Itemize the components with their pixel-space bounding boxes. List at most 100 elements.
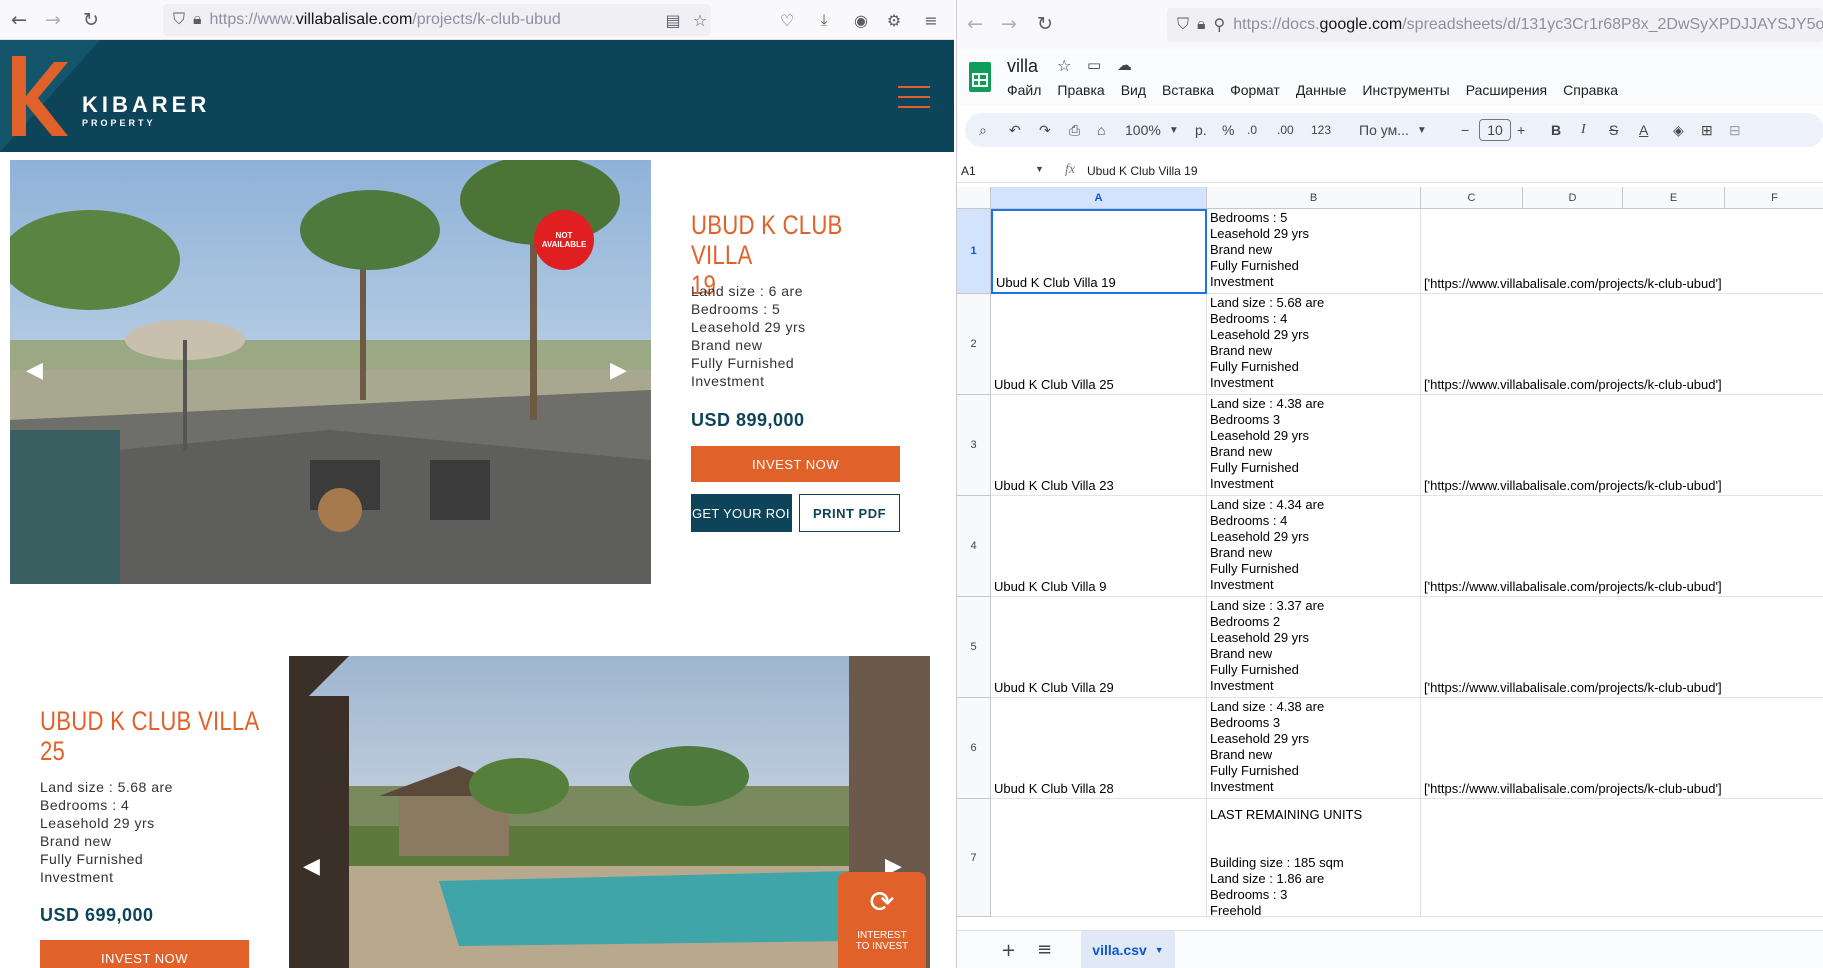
font-select[interactable]: По ум... ▼ [1359, 113, 1427, 147]
left-url-bar[interactable]: ⛉ 🔒︎ https://www. villabalisale.com/proje… [163, 4, 711, 36]
account-icon[interactable]: ◉ [849, 8, 873, 32]
cell-a5[interactable]: Ubud K Club Villa 29 [991, 597, 1207, 698]
row-header[interactable]: 3 [957, 395, 991, 496]
undo-icon[interactable]: ↶ [1009, 113, 1021, 147]
menu-file[interactable]: Файл [1007, 82, 1041, 98]
back-icon[interactable]: ← [961, 10, 989, 38]
cell-c5[interactable]: ['https://www.villabalisale.com/projects… [1421, 597, 1823, 698]
cell-c3[interactable]: ['https://www.villabalisale.com/projects… [1421, 395, 1823, 496]
right-url-bar[interactable]: ⛉ 🔒︎ ⚲ https://docs. google.com/spreadshe… [1167, 8, 1823, 42]
move-folder-icon[interactable]: ▭ [1087, 56, 1101, 74]
cell-c6[interactable]: ['https://www.villabalisale.com/projects… [1421, 698, 1823, 799]
bookmark-star-icon[interactable]: ☆ [688, 8, 712, 32]
print-pdf-button[interactable]: PRINT PDF [799, 494, 900, 532]
next-slide-icon[interactable]: ▶ [610, 358, 627, 383]
extensions-icon[interactable]: ⚙ [882, 8, 906, 32]
column-header-f[interactable]: F [1725, 187, 1823, 209]
cell-b6[interactable]: Land size : 4.38 are Bedrooms 3 Leasehol… [1207, 698, 1421, 799]
reader-view-icon[interactable]: ▤ [661, 8, 685, 32]
cloud-status-icon[interactable]: ☁ [1117, 56, 1132, 74]
borders-icon[interactable]: ⊞ [1701, 113, 1713, 147]
menu-format[interactable]: Формат [1230, 82, 1280, 98]
downloads-icon[interactable]: ⤓ [812, 8, 836, 32]
sheets-logo-icon[interactable] [969, 62, 991, 92]
italic-icon[interactable]: I [1581, 113, 1586, 147]
menu-data[interactable]: Данные [1296, 82, 1347, 98]
reload-icon[interactable]: ↻ [1031, 10, 1059, 38]
row-header[interactable]: 4 [957, 496, 991, 597]
cell-b5[interactable]: Land size : 3.37 are Bedrooms 2 Leasehol… [1207, 597, 1421, 698]
cell-a4[interactable]: Ubud K Club Villa 9 [991, 496, 1207, 597]
number-format-button[interactable]: 123 [1311, 113, 1331, 147]
print-icon[interactable]: ⎙ [1069, 113, 1080, 147]
cell-b1[interactable]: Bedrooms : 5 Leasehold 29 yrs Brand new … [1207, 209, 1421, 294]
column-header-a[interactable]: A [991, 187, 1207, 209]
star-icon[interactable]: ☆ [1057, 56, 1071, 75]
increase-decimal-button[interactable]: .00 [1277, 113, 1294, 147]
paint-format-icon[interactable]: ⌂ [1097, 113, 1105, 147]
prev-slide-icon[interactable]: ◀ [26, 358, 43, 383]
zoom-select[interactable]: 100% ▼ [1125, 113, 1179, 147]
back-icon[interactable]: ← [5, 6, 33, 34]
forward-icon[interactable]: → [39, 6, 67, 34]
font-size-increase-icon[interactable]: + [1517, 113, 1525, 147]
column-header-c[interactable]: C [1421, 187, 1523, 209]
select-all-corner[interactable] [957, 187, 991, 209]
cell-b3[interactable]: Land size : 4.38 are Bedrooms 3 Leasehol… [1207, 395, 1421, 496]
decrease-decimal-button[interactable]: .0 [1247, 113, 1257, 147]
interest-to-invest-widget[interactable]: ⟳ INTEREST TO INVEST [838, 872, 926, 968]
prev-slide-icon-2[interactable]: ◀ [303, 854, 320, 879]
menu-edit[interactable]: Правка [1057, 82, 1104, 98]
villa-25-image[interactable]: ◀ ▶ [289, 656, 930, 968]
merge-cells-icon[interactable]: ⊟ [1729, 113, 1741, 147]
font-size-input[interactable]: 10 [1479, 119, 1511, 141]
cell-c4[interactable]: ['https://www.villabalisale.com/projects… [1421, 496, 1823, 597]
invest-now-button-2[interactable]: INVEST NOW [40, 940, 249, 968]
menu-extensions[interactable]: Расширения [1466, 82, 1547, 98]
percent-format-button[interactable]: % [1222, 113, 1234, 147]
row-header[interactable]: 5 [957, 597, 991, 698]
column-header-d[interactable]: D [1523, 187, 1623, 209]
reload-icon[interactable]: ↻ [77, 6, 105, 34]
cell-a3[interactable]: Ubud K Club Villa 23 [991, 395, 1207, 496]
formula-input[interactable]: Ubud K Club Villa 19 [1087, 164, 1198, 178]
menu-icon[interactable]: ≡ [919, 8, 943, 32]
cell-a1[interactable]: Ubud K Club Villa 19 [991, 209, 1207, 294]
cell-c1[interactable]: ['https://www.villabalisale.com/projects… [1421, 209, 1823, 294]
get-roi-button[interactable]: GET YOUR ROI [691, 494, 792, 532]
chevron-down-icon[interactable]: ▼ [1155, 945, 1164, 955]
cell-c7[interactable] [1421, 799, 1823, 917]
cell-b4[interactable]: Land size : 4.34 are Bedrooms : 4 Leaseh… [1207, 496, 1421, 597]
add-sheet-icon[interactable]: + [1001, 940, 1016, 961]
strikethrough-icon[interactable]: S [1609, 113, 1618, 147]
document-title[interactable]: villa [1007, 56, 1038, 77]
menu-view[interactable]: Вид [1121, 82, 1146, 98]
pocket-icon[interactable]: ♡ [775, 8, 799, 32]
cell-a7[interactable] [991, 799, 1207, 917]
menu-tools[interactable]: Инструменты [1362, 82, 1449, 98]
cell-b2[interactable]: Land size : 5.68 are Bedrooms : 4 Leaseh… [1207, 294, 1421, 395]
name-box[interactable]: A1 [961, 164, 976, 178]
column-header-e[interactable]: E [1623, 187, 1725, 209]
villa-19-image[interactable]: ◀ ▶ NOT AVAILABLE [10, 160, 651, 584]
cell-c2[interactable]: ['https://www.villabalisale.com/projects… [1421, 294, 1823, 395]
all-sheets-icon[interactable]: ≡ [1037, 939, 1052, 960]
search-icon[interactable]: ⌕ [979, 113, 987, 147]
row-header[interactable]: 6 [957, 698, 991, 799]
menu-insert[interactable]: Вставка [1162, 82, 1214, 98]
currency-format-button[interactable]: р. [1195, 113, 1207, 147]
chevron-down-icon[interactable]: ▼ [1035, 164, 1044, 174]
forward-icon[interactable]: → [995, 10, 1023, 38]
fill-color-icon[interactable]: ◈ [1673, 113, 1684, 147]
invest-now-button[interactable]: INVEST NOW [691, 446, 900, 482]
redo-icon[interactable]: ↷ [1039, 113, 1051, 147]
text-color-icon[interactable]: A [1639, 113, 1648, 147]
cell-b7[interactable]: LAST REMAINING UNITS Building size : 185… [1207, 799, 1421, 917]
row-header[interactable]: 7 [957, 799, 991, 917]
bold-icon[interactable]: B [1551, 113, 1561, 147]
cell-a2[interactable]: Ubud K Club Villa 25 [991, 294, 1207, 395]
sheet-tab-villa-csv[interactable]: villa.csv ▼ [1081, 931, 1175, 968]
cell-a6[interactable]: Ubud K Club Villa 28 [991, 698, 1207, 799]
column-header-b[interactable]: B [1207, 187, 1421, 209]
kibarer-logo-icon[interactable] [8, 52, 68, 140]
